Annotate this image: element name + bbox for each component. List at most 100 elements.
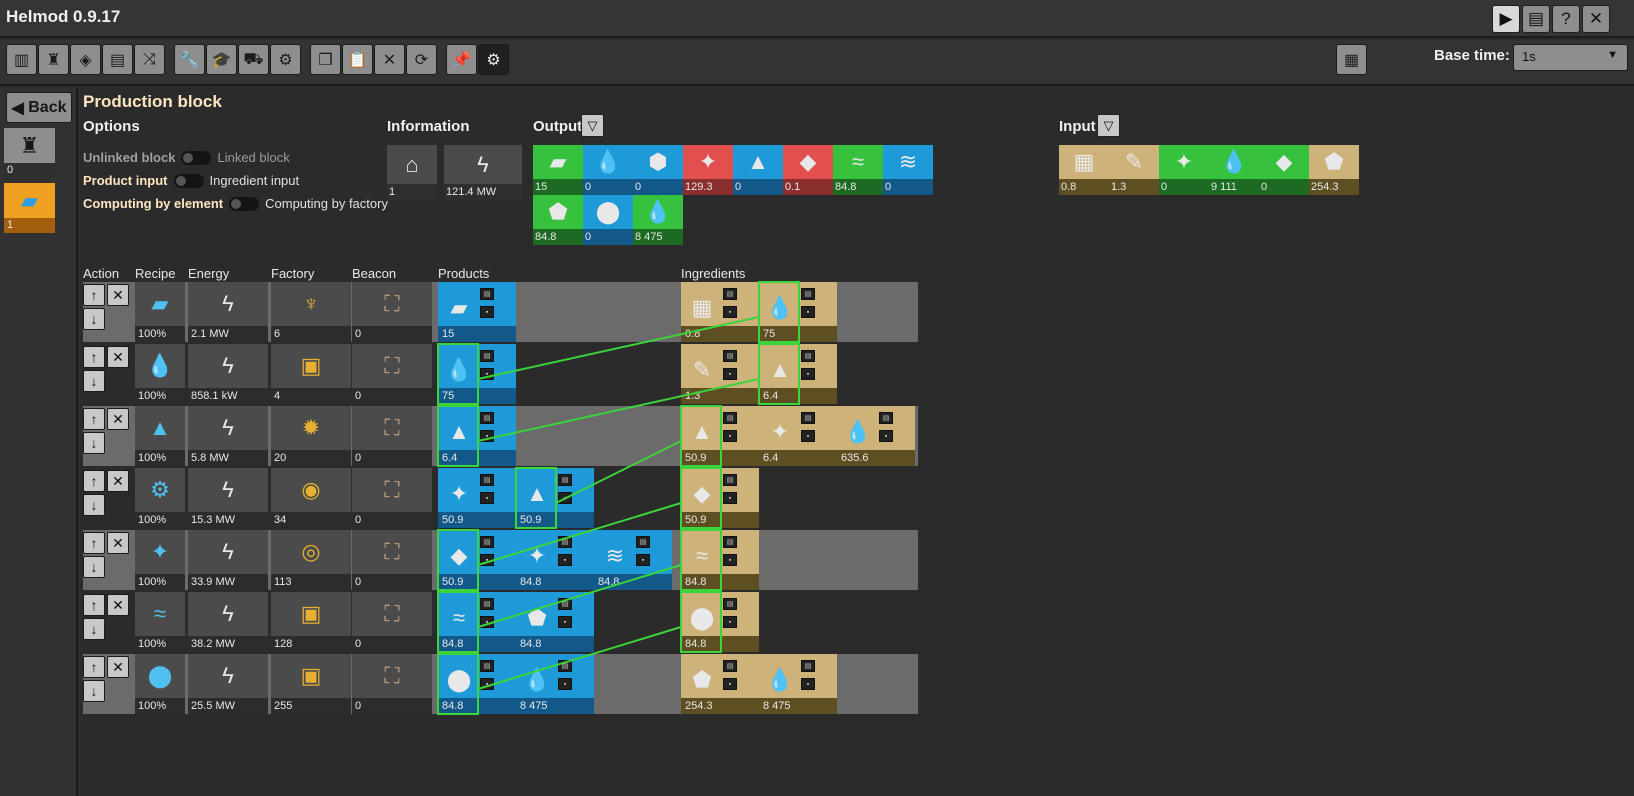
recipe-cell[interactable]: ⬤ 100% xyxy=(135,654,185,714)
delete-row-button[interactable]: ✕ xyxy=(107,656,129,678)
input-filter-icon[interactable]: ▽ xyxy=(1097,114,1120,137)
settings-gears-icon[interactable]: ⚙ xyxy=(270,44,301,75)
ingredient-item[interactable]: ⬟ ▤ ▪ 254.3 xyxy=(681,654,759,714)
delete-row-button[interactable]: ✕ xyxy=(107,408,129,430)
energy-cell[interactable]: ϟ 2.1 MW xyxy=(188,282,268,342)
refresh-icon[interactable]: ⟳ xyxy=(406,44,437,75)
factory-cell[interactable]: ▣ 255 xyxy=(271,654,351,714)
move-down-button[interactable]: ↓ xyxy=(83,370,105,392)
copy-icon[interactable]: ❐ xyxy=(310,44,341,75)
production-icon[interactable]: ♜ xyxy=(38,44,69,75)
admin-button[interactable]: ▤ xyxy=(1522,5,1550,33)
beacon-cell[interactable]: ⛶ 0 xyxy=(352,654,432,714)
energy-cell[interactable]: ϟ 25.5 MW xyxy=(188,654,268,714)
move-up-button[interactable]: ↑ xyxy=(83,656,105,678)
output-item[interactable]: ⬤ 0 xyxy=(583,195,633,245)
output-item[interactable]: ⬢ 0 xyxy=(633,145,683,195)
output-item[interactable]: ≈84.8 xyxy=(833,145,883,195)
graph-icon[interactable]: ⤨ xyxy=(134,44,165,75)
ingredient-item[interactable]: 💧 ▤ ▪ 635.6 xyxy=(837,406,915,466)
move-down-button[interactable]: ↓ xyxy=(83,494,105,516)
input-item[interactable]: 💧 9 111 xyxy=(1209,145,1259,195)
energy-cell[interactable]: ϟ 858.1 kW xyxy=(188,344,268,404)
ingredient-item[interactable]: ▦ ▤ ▪ 0.8 xyxy=(681,282,759,342)
move-down-button[interactable]: ↓ xyxy=(83,308,105,330)
factory-cell[interactable]: ◉ 34 xyxy=(271,468,351,528)
output-item[interactable]: ⬟ 84.8 xyxy=(533,195,583,245)
move-down-button[interactable]: ↓ xyxy=(83,432,105,454)
energy-cell[interactable]: ϟ 15.3 MW xyxy=(188,468,268,528)
output-item[interactable]: ▰ 15 xyxy=(533,145,583,195)
input-item[interactable]: ✎ 1.3 xyxy=(1109,145,1159,195)
block-item[interactable]: ▰ 1 xyxy=(4,183,55,233)
factory-cell[interactable]: ▣ 128 xyxy=(271,592,351,652)
ingredient-item[interactable]: ✎ ▤ ▪ 1.3 xyxy=(681,344,759,404)
output-filter-icon[interactable]: ▽ xyxy=(581,114,604,137)
move-up-button[interactable]: ↑ xyxy=(83,470,105,492)
energy-cell[interactable]: ϟ 38.2 MW xyxy=(188,592,268,652)
move-up-button[interactable]: ↑ xyxy=(83,408,105,430)
input-item[interactable]: ▦ 0.8 xyxy=(1059,145,1109,195)
move-down-button[interactable]: ↓ xyxy=(83,680,105,702)
beacon-cell[interactable]: ⛶ 0 xyxy=(352,468,432,528)
recipe-cell[interactable]: ✦ 100% xyxy=(135,530,185,590)
help-button[interactable]: ? xyxy=(1552,5,1580,33)
logistics-icon[interactable]: ⛟ xyxy=(238,44,269,75)
beacon-cell[interactable]: ⛶ 0 xyxy=(352,282,432,342)
block-item[interactable]: ♜ 0 xyxy=(4,128,55,178)
ingredient-item[interactable]: ✦ ▤ ▪ 6.4 xyxy=(759,406,837,466)
close-button[interactable]: ✕ xyxy=(1582,5,1610,33)
factory-cell[interactable]: ▣ 4 xyxy=(271,344,351,404)
move-down-button[interactable]: ↓ xyxy=(83,556,105,578)
option-toggle[interactable] xyxy=(181,150,212,165)
delete-row-button[interactable]: ✕ xyxy=(107,284,129,306)
output-item[interactable]: 💧 8 475 xyxy=(633,195,683,245)
beacon-cell[interactable]: ⛶ 0 xyxy=(352,344,432,404)
delete-row-button[interactable]: ✕ xyxy=(107,346,129,368)
factory-cell[interactable]: ♆ 6 xyxy=(271,282,351,342)
input-item[interactable]: ✦ 0 xyxy=(1159,145,1209,195)
factory-cell[interactable]: ◎ 113 xyxy=(271,530,351,590)
option-toggle[interactable] xyxy=(229,196,260,211)
education-icon[interactable]: 🎓 xyxy=(206,44,237,75)
recipe-cell[interactable]: 💧 100% xyxy=(135,344,185,404)
product-item[interactable]: ✦ ▤ ▪ 84.8 xyxy=(516,530,594,590)
delete-row-button[interactable]: ✕ xyxy=(107,470,129,492)
product-item[interactable]: ⬟ ▤ ▪ 84.8 xyxy=(516,592,594,652)
input-item[interactable]: ⬟ 254.3 xyxy=(1309,145,1359,195)
factory-icon[interactable]: ▥ xyxy=(6,44,37,75)
delete-icon[interactable]: ✕ xyxy=(374,44,405,75)
move-up-button[interactable]: ↑ xyxy=(83,532,105,554)
factory-cell[interactable]: ✹ 20 xyxy=(271,406,351,466)
move-down-button[interactable]: ↓ xyxy=(83,618,105,640)
summary-icon[interactable]: ▤ xyxy=(102,44,133,75)
output-item[interactable]: ▲ 0 xyxy=(733,145,783,195)
delete-row-button[interactable]: ✕ xyxy=(107,532,129,554)
delete-row-button[interactable]: ✕ xyxy=(107,594,129,616)
energy-icon[interactable]: ◈ xyxy=(70,44,101,75)
base-time-dropdown[interactable]: 1s ▼ xyxy=(1513,44,1628,71)
output-item[interactable]: ✦ 129.3 xyxy=(683,145,733,195)
ingredient-item[interactable]: 💧 ▤ ▪ 8 475 xyxy=(759,654,837,714)
product-item[interactable]: ✦ ▤ ▪ 50.9 xyxy=(438,468,516,528)
beacon-cell[interactable]: ⛶ 0 xyxy=(352,592,432,652)
move-up-button[interactable]: ↑ xyxy=(83,346,105,368)
product-item[interactable]: ▰ ▤ ▪ 15 xyxy=(438,282,516,342)
paste-icon[interactable]: 📋 xyxy=(342,44,373,75)
product-item[interactable]: 💧 ▤ ▪ 8 475 xyxy=(516,654,594,714)
recipe-cell[interactable]: ▲ 100% xyxy=(135,406,185,466)
recipe-cell[interactable]: ▰ 100% xyxy=(135,282,185,342)
recipe-cell[interactable]: ≈100% xyxy=(135,592,185,652)
play-button[interactable]: ▶ xyxy=(1492,5,1520,33)
move-up-button[interactable]: ↑ xyxy=(83,284,105,306)
input-item[interactable]: ◆ 0 xyxy=(1259,145,1309,195)
pin-icon[interactable]: 📌 xyxy=(446,44,477,75)
move-up-button[interactable]: ↑ xyxy=(83,594,105,616)
wrench-icon[interactable]: 🔧 xyxy=(174,44,205,75)
beacon-cell[interactable]: ⛶ 0 xyxy=(352,406,432,466)
gear-icon[interactable]: ⚙ xyxy=(478,44,509,75)
recipe-cell[interactable]: ⚙ 100% xyxy=(135,468,185,528)
energy-cell[interactable]: ϟ 5.8 MW xyxy=(188,406,268,466)
beacon-cell[interactable]: ⛶ 0 xyxy=(352,530,432,590)
option-toggle[interactable] xyxy=(173,173,204,188)
